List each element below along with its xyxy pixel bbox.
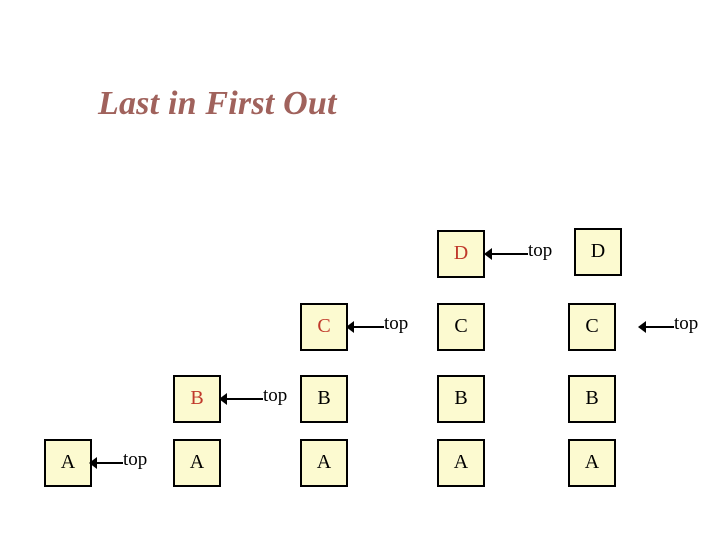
top-pointer-label: top bbox=[384, 313, 409, 334]
stack-box-a: A bbox=[568, 439, 616, 487]
slide-canvas: Last in First Out Atop B Atop C B Atop D C B Atop… bbox=[0, 0, 720, 540]
stack-box-label: D bbox=[590, 240, 606, 262]
stack-box-label: C bbox=[454, 315, 468, 337]
stack-box-label: A bbox=[316, 451, 332, 473]
stack-box-c: C bbox=[568, 303, 616, 351]
stack-box-label: A bbox=[453, 451, 469, 473]
arrow-line bbox=[225, 398, 263, 400]
stack-box-label: A bbox=[189, 451, 205, 473]
stack-box-label: B bbox=[317, 387, 331, 409]
stack-box-d: D bbox=[437, 230, 485, 278]
stack-box-b: B bbox=[173, 375, 221, 423]
stack-box-a: A bbox=[437, 439, 485, 487]
arrow-line bbox=[352, 326, 384, 328]
arrow-line bbox=[644, 326, 674, 328]
top-pointer-label: top bbox=[263, 385, 288, 406]
stack-box-a: A bbox=[44, 439, 92, 487]
stack-box-label: B bbox=[454, 387, 468, 409]
stack-box-label: A bbox=[60, 451, 76, 473]
stack-box-d: D bbox=[574, 228, 622, 276]
stack-box-label: B bbox=[190, 387, 204, 409]
stack-box-c: C bbox=[300, 303, 348, 351]
arrow-line bbox=[95, 462, 123, 464]
top-pointer-label: top bbox=[528, 240, 553, 261]
stack-box-a: A bbox=[173, 439, 221, 487]
stack-box-b: B bbox=[568, 375, 616, 423]
stack-box-label: D bbox=[453, 242, 469, 264]
stack-box-label: A bbox=[584, 451, 600, 473]
top-pointer-label: top bbox=[674, 313, 699, 334]
stack-box-label: C bbox=[317, 315, 331, 337]
stack-box-a: A bbox=[300, 439, 348, 487]
arrow-line bbox=[490, 253, 528, 255]
stack-box-label: B bbox=[585, 387, 599, 409]
stack-box-c: C bbox=[437, 303, 485, 351]
stack-box-b: B bbox=[437, 375, 485, 423]
page-title: Last in First Out bbox=[98, 85, 337, 122]
stack-box-label: C bbox=[585, 315, 599, 337]
stack-box-b: B bbox=[300, 375, 348, 423]
top-pointer-label: top bbox=[123, 449, 148, 470]
